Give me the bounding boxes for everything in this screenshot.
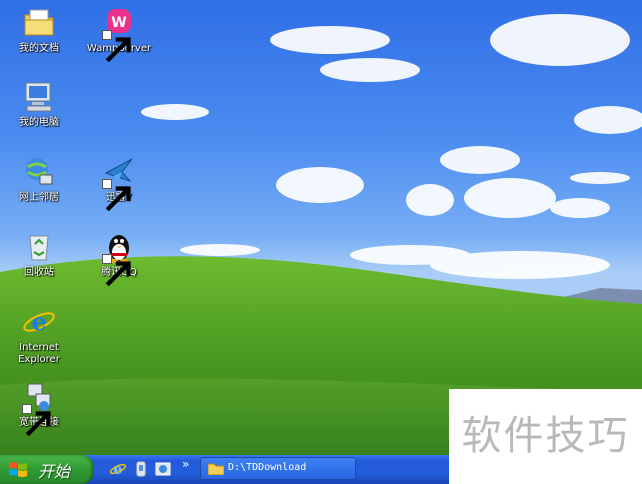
desktop[interactable]: 我的文档 W WampServer 我的电脑 网上邻居 迅雷7 回收站 腾讯QQ…: [0, 0, 642, 455]
icon-label: 我的电脑: [19, 117, 59, 128]
icon-label: 我的文档: [19, 43, 59, 54]
my-documents-icon: [22, 6, 56, 40]
network-places-icon: [22, 155, 56, 189]
start-label: 开始: [38, 462, 71, 481]
desktop-icon-my-computer[interactable]: 我的电脑: [4, 80, 74, 129]
desktop-icon-internet-explorer[interactable]: e Internet Explorer: [4, 305, 74, 366]
bliss-wallpaper: [0, 14, 642, 455]
internet-explorer-icon: e: [22, 305, 56, 339]
windows-flag-icon: [9, 462, 27, 477]
wampserver-icon: W: [102, 6, 136, 63]
desktop-icon-qq[interactable]: 腾讯QQ: [84, 230, 154, 287]
quick-launch-overflow-chevron[interactable]: »: [182, 457, 189, 471]
taskbar-button-tddownload[interactable]: D:\TDDownload: [200, 457, 356, 480]
desktop-icon-thunder[interactable]: 迅雷7: [84, 155, 154, 212]
show-desktop-icon[interactable]: [154, 460, 172, 478]
icon-label: 网上邻居: [19, 192, 59, 203]
shortcut-arrow-icon: [102, 30, 131, 63]
start-button[interactable]: 开始: [0, 455, 94, 484]
svg-text:e: e: [31, 307, 46, 336]
media-icon[interactable]: [132, 460, 150, 478]
internet-explorer-icon[interactable]: e: [109, 460, 127, 478]
svg-text:e: e: [114, 462, 123, 478]
taskbar: 开始 e » D:\TDDownload: [0, 455, 449, 484]
desktop-icon-my-documents[interactable]: 我的文档: [4, 6, 74, 55]
shortcut-arrow-icon: [102, 179, 131, 212]
svg-text:W: W: [111, 15, 126, 31]
desktop-icon-network-places[interactable]: 网上邻居: [4, 155, 74, 204]
watermark: 软件技巧: [449, 389, 642, 484]
my-computer-icon: [22, 80, 56, 114]
recycle-bin-icon: [22, 230, 56, 264]
qq-penguin-icon: [102, 230, 136, 287]
icon-label: 回收站: [24, 267, 54, 278]
taskbar-button-label: D:\TDDownload: [228, 462, 307, 473]
desktop-icon-wampserver[interactable]: W WampServer: [84, 6, 154, 63]
desktop-icon-broadband-connection[interactable]: 宽带连接: [4, 380, 74, 437]
folder-icon: [208, 463, 224, 475]
desktop-icon-recycle-bin[interactable]: 回收站: [4, 230, 74, 279]
shortcut-arrow-icon: [22, 404, 51, 437]
thunder-icon: [102, 155, 136, 212]
shortcut-arrow-icon: [102, 254, 131, 287]
icon-label: Internet Explorer: [18, 342, 60, 365]
broadband-connection-icon: [22, 380, 56, 437]
